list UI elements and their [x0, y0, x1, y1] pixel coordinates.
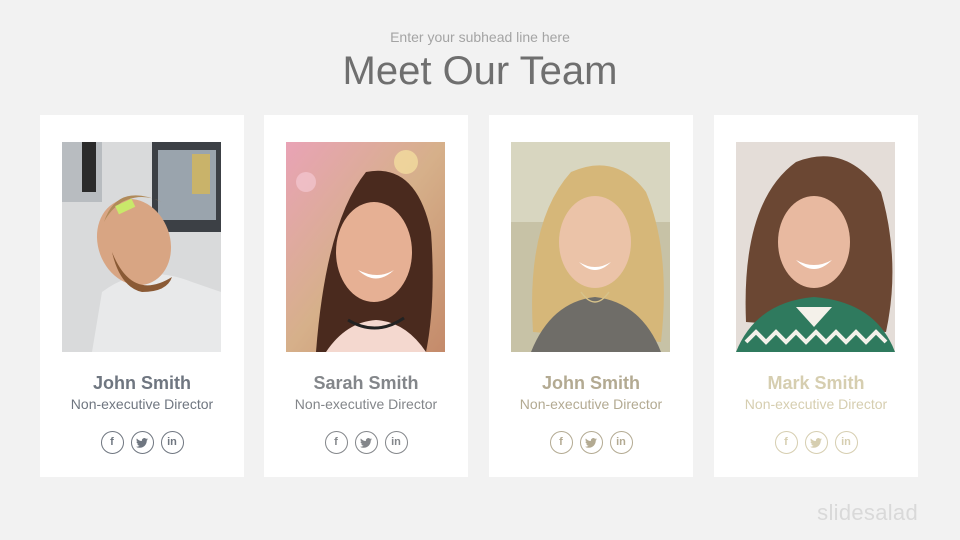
member-photo	[62, 142, 221, 352]
team-card: John Smith Non-executive Director f in	[40, 115, 244, 477]
facebook-icon[interactable]: f	[100, 431, 124, 454]
member-role: Non-executive Director	[294, 396, 438, 412]
member-name: John Smith	[93, 373, 191, 393]
member-name: John Smith	[542, 373, 640, 393]
member-role: Non-executive Director	[70, 396, 214, 412]
watermark-logo: slidesalad	[817, 500, 918, 525]
member-photo	[511, 142, 670, 352]
team-card: Mark Smith Non-executive Director f in	[714, 115, 918, 477]
twitter-icon[interactable]	[354, 431, 378, 454]
linkedin-icon[interactable]: in	[384, 431, 408, 454]
member-photo	[286, 142, 445, 352]
member-role: Non-executive Director	[519, 396, 663, 412]
social-links: f in	[714, 431, 918, 454]
linkedin-icon[interactable]: in	[834, 431, 858, 454]
twitter-icon[interactable]	[130, 431, 154, 454]
team-card: John Smith Non-executive Director f in	[489, 115, 693, 477]
facebook-icon[interactable]: f	[324, 431, 348, 454]
twitter-icon[interactable]	[579, 431, 603, 454]
social-links: f in	[264, 431, 468, 454]
subhead: Enter your subhead line here	[390, 29, 570, 45]
page-title: Meet Our Team	[342, 49, 618, 93]
member-photo	[736, 142, 895, 352]
linkedin-icon[interactable]: in	[160, 431, 184, 454]
member-role: Non-executive Director	[744, 396, 888, 412]
facebook-icon[interactable]: f	[774, 431, 798, 454]
social-links: f in	[489, 431, 693, 454]
social-links: f in	[40, 431, 244, 454]
linkedin-icon[interactable]: in	[609, 431, 633, 454]
twitter-icon[interactable]	[804, 431, 828, 454]
team-card: Sarah Smith Non-executive Director f in	[264, 115, 468, 477]
facebook-icon[interactable]: f	[549, 431, 573, 454]
member-name: Sarah Smith	[313, 373, 419, 393]
member-name: Mark Smith	[767, 373, 865, 393]
